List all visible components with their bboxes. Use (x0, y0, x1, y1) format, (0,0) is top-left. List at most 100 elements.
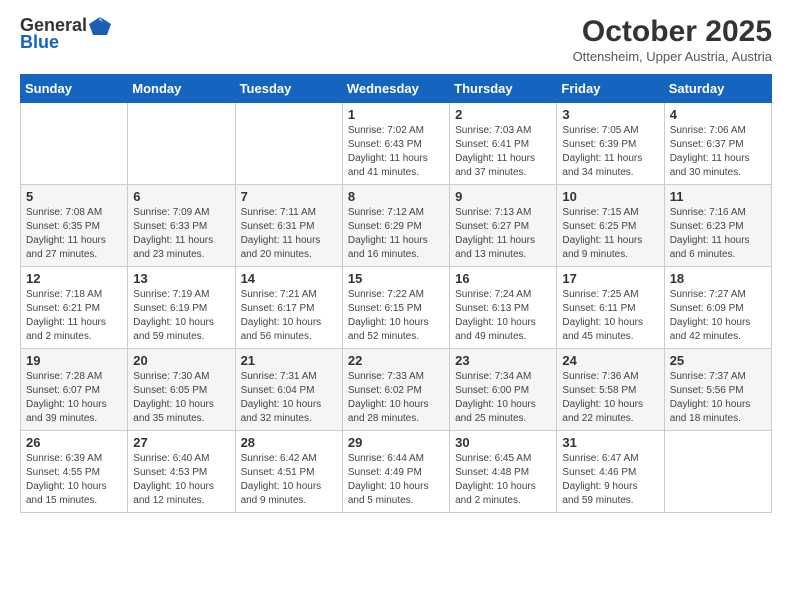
calendar-cell: 20Sunrise: 7:30 AM Sunset: 6:05 PM Dayli… (128, 349, 235, 431)
day-info: Sunrise: 6:39 AM Sunset: 4:55 PM Dayligh… (26, 452, 122, 508)
day-info: Sunrise: 6:40 AM Sunset: 4:53 PM Dayligh… (133, 452, 229, 508)
day-info: Sunrise: 7:09 AM Sunset: 6:33 PM Dayligh… (133, 206, 229, 262)
calendar-cell: 1Sunrise: 7:02 AM Sunset: 6:43 PM Daylig… (342, 103, 449, 185)
calendar-header-tuesday: Tuesday (235, 75, 342, 103)
day-number: 9 (455, 189, 551, 204)
calendar-cell: 4Sunrise: 7:06 AM Sunset: 6:37 PM Daylig… (664, 103, 771, 185)
day-info: Sunrise: 7:19 AM Sunset: 6:19 PM Dayligh… (133, 288, 229, 344)
day-info: Sunrise: 7:15 AM Sunset: 6:25 PM Dayligh… (562, 206, 658, 262)
day-number: 5 (26, 189, 122, 204)
day-number: 23 (455, 353, 551, 368)
day-info: Sunrise: 7:05 AM Sunset: 6:39 PM Dayligh… (562, 124, 658, 180)
day-number: 6 (133, 189, 229, 204)
day-number: 8 (348, 189, 444, 204)
calendar-cell: 10 Sunrise: 7:15 AM Sunset: 6:25 PM Dayli… (557, 185, 664, 267)
day-number: 25 (670, 353, 766, 368)
day-info: Sunrise: 7:31 AM Sunset: 6:04 PM Dayligh… (241, 370, 337, 426)
calendar-cell: 28 Sunrise: 6:42 AM Sunset: 4:51 PM Dayli… (235, 431, 342, 513)
day-info: Sunrise: 7:24 AM Sunset: 6:13 PM Dayligh… (455, 288, 551, 344)
day-info: Sunrise: 7:06 AM Sunset: 6:37 PM Dayligh… (670, 124, 766, 180)
calendar-cell (21, 103, 128, 185)
calendar-cell: 18 Sunrise: 7:27 AM Sunset: 6:09 PM Dayli… (664, 267, 771, 349)
day-number: 26 (26, 435, 122, 450)
calendar-cell: 21Sunrise: 7:31 AM Sunset: 6:04 PM Dayli… (235, 349, 342, 431)
calendar-cell: 8 Sunrise: 7:12 AM Sunset: 6:29 PM Daylig… (342, 185, 449, 267)
calendar-cell: 14 Sunrise: 7:21 AM Sunset: 6:17 PM Dayli… (235, 267, 342, 349)
calendar-week-row: 19 Sunrise: 7:28 AM Sunset: 6:07 PM Dayli… (21, 349, 772, 431)
day-number: 14 (241, 271, 337, 286)
calendar-cell: 29Sunrise: 6:44 AM Sunset: 4:49 PM Dayli… (342, 431, 449, 513)
calendar-cell (128, 103, 235, 185)
calendar-week-row: 5Sunrise: 7:08 AM Sunset: 6:35 PM Daylig… (21, 185, 772, 267)
calendar-header-thursday: Thursday (450, 75, 557, 103)
day-number: 22 (348, 353, 444, 368)
day-info: Sunrise: 7:12 AM Sunset: 6:29 PM Dayligh… (348, 206, 444, 262)
calendar-header-wednesday: Wednesday (342, 75, 449, 103)
day-info: Sunrise: 6:42 AM Sunset: 4:51 PM Dayligh… (241, 452, 337, 508)
calendar-header-sunday: Sunday (21, 75, 128, 103)
calendar-cell: 12Sunrise: 7:18 AM Sunset: 6:21 PM Dayli… (21, 267, 128, 349)
calendar-cell: 15 Sunrise: 7:22 AM Sunset: 6:15 PM Dayli… (342, 267, 449, 349)
day-info: Sunrise: 7:27 AM Sunset: 6:09 PM Dayligh… (670, 288, 766, 344)
calendar-cell: 3 Sunrise: 7:05 AM Sunset: 6:39 PM Daylig… (557, 103, 664, 185)
day-number: 27 (133, 435, 229, 450)
calendar-cell: 16 Sunrise: 7:24 AM Sunset: 6:13 PM Dayli… (450, 267, 557, 349)
day-number: 15 (348, 271, 444, 286)
day-info: Sunrise: 7:33 AM Sunset: 6:02 PM Dayligh… (348, 370, 444, 426)
calendar-week-row: 26 Sunrise: 6:39 AM Sunset: 4:55 PM Dayli… (21, 431, 772, 513)
calendar-header-saturday: Saturday (664, 75, 771, 103)
day-number: 18 (670, 271, 766, 286)
day-number: 10 (562, 189, 658, 204)
calendar-header-monday: Monday (128, 75, 235, 103)
calendar-cell: 17Sunrise: 7:25 AM Sunset: 6:11 PM Dayli… (557, 267, 664, 349)
day-info: Sunrise: 7:11 AM Sunset: 6:31 PM Dayligh… (241, 206, 337, 262)
calendar-cell: 23 Sunrise: 7:34 AM Sunset: 6:00 PM Dayli… (450, 349, 557, 431)
calendar-cell: 11 Sunrise: 7:16 AM Sunset: 6:23 PM Dayli… (664, 185, 771, 267)
day-info: Sunrise: 7:16 AM Sunset: 6:23 PM Dayligh… (670, 206, 766, 262)
day-info: Sunrise: 7:34 AM Sunset: 6:00 PM Dayligh… (455, 370, 551, 426)
calendar-header-friday: Friday (557, 75, 664, 103)
calendar-cell: 13 Sunrise: 7:19 AM Sunset: 6:19 PM Dayli… (128, 267, 235, 349)
day-info: Sunrise: 7:36 AM Sunset: 5:58 PM Dayligh… (562, 370, 658, 426)
calendar-cell: 25 Sunrise: 7:37 AM Sunset: 5:56 PM Dayli… (664, 349, 771, 431)
day-info: Sunrise: 7:21 AM Sunset: 6:17 PM Dayligh… (241, 288, 337, 344)
day-number: 30 (455, 435, 551, 450)
day-number: 13 (133, 271, 229, 286)
day-info: Sunrise: 7:37 AM Sunset: 5:56 PM Dayligh… (670, 370, 766, 426)
calendar-cell: 9Sunrise: 7:13 AM Sunset: 6:27 PM Daylig… (450, 185, 557, 267)
calendar-cell: 27 Sunrise: 6:40 AM Sunset: 4:53 PM Dayli… (128, 431, 235, 513)
day-number: 28 (241, 435, 337, 450)
day-number: 24 (562, 353, 658, 368)
day-number: 29 (348, 435, 444, 450)
calendar-cell: 22 Sunrise: 7:33 AM Sunset: 6:02 PM Dayli… (342, 349, 449, 431)
day-info: Sunrise: 7:02 AM Sunset: 6:43 PM Dayligh… (348, 124, 444, 180)
calendar-week-row: 1Sunrise: 7:02 AM Sunset: 6:43 PM Daylig… (21, 103, 772, 185)
calendar-cell: 19 Sunrise: 7:28 AM Sunset: 6:07 PM Dayli… (21, 349, 128, 431)
calendar-cell: 7Sunrise: 7:11 AM Sunset: 6:31 PM Daylig… (235, 185, 342, 267)
location: Ottensheim, Upper Austria, Austria (573, 49, 772, 64)
calendar-cell: 24 Sunrise: 7:36 AM Sunset: 5:58 PM Dayli… (557, 349, 664, 431)
calendar-cell: 2Sunrise: 7:03 AM Sunset: 6:41 PM Daylig… (450, 103, 557, 185)
logo-blue: Blue (20, 32, 59, 52)
day-number: 3 (562, 107, 658, 122)
day-info: Sunrise: 7:03 AM Sunset: 6:41 PM Dayligh… (455, 124, 551, 180)
calendar-table: SundayMondayTuesdayWednesdayThursdayFrid… (20, 74, 772, 513)
day-info: Sunrise: 7:28 AM Sunset: 6:07 PM Dayligh… (26, 370, 122, 426)
day-number: 11 (670, 189, 766, 204)
day-number: 16 (455, 271, 551, 286)
day-number: 31 (562, 435, 658, 450)
day-number: 19 (26, 353, 122, 368)
calendar-header-row: SundayMondayTuesdayWednesdayThursdayFrid… (21, 75, 772, 103)
day-number: 20 (133, 353, 229, 368)
calendar-cell: 26 Sunrise: 6:39 AM Sunset: 4:55 PM Dayli… (21, 431, 128, 513)
calendar-cell (664, 431, 771, 513)
month-year-title: October 2025 (573, 15, 772, 49)
logo-container: General Blue (20, 15, 111, 53)
day-info: Sunrise: 6:47 AM Sunset: 4:46 PM Dayligh… (562, 452, 658, 508)
day-info: Sunrise: 7:22 AM Sunset: 6:15 PM Dayligh… (348, 288, 444, 344)
calendar-cell (235, 103, 342, 185)
calendar-cell: 30Sunrise: 6:45 AM Sunset: 4:48 PM Dayli… (450, 431, 557, 513)
logo-bird-icon (89, 17, 111, 35)
title-right: October 2025 Ottensheim, Upper Austria, … (573, 15, 772, 64)
day-number: 17 (562, 271, 658, 286)
